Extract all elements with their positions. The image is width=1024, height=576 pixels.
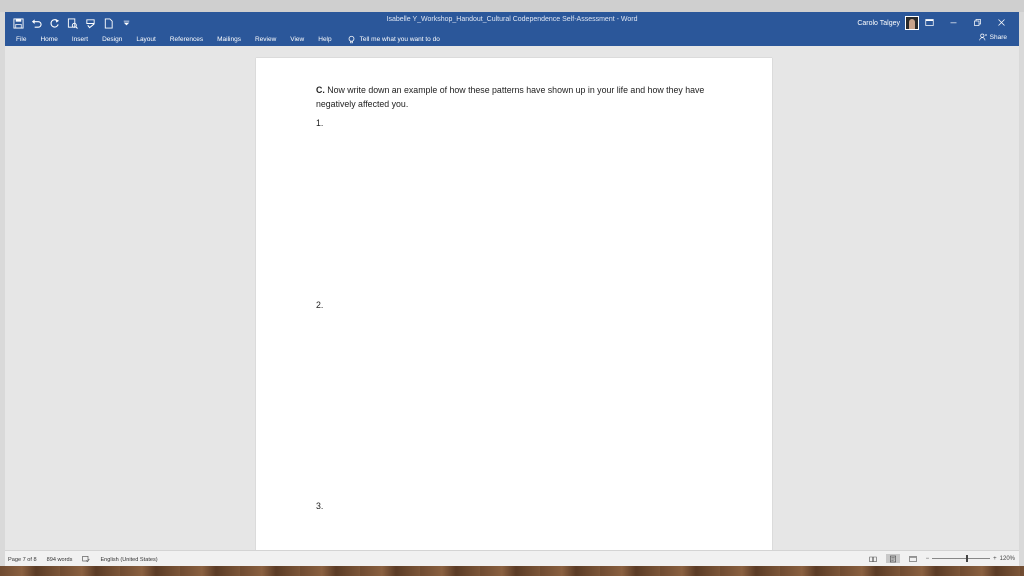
print-layout-icon[interactable] — [885, 554, 900, 563]
redo-icon[interactable] — [47, 16, 61, 30]
tab-file[interactable]: File — [9, 36, 33, 43]
tab-help[interactable]: Help — [311, 36, 338, 43]
title-bar: Isabelle Y_Workshop_Handout_Cultural Cod… — [5, 12, 1019, 46]
tab-mailings[interactable]: Mailings — [210, 36, 248, 43]
tab-references[interactable]: References — [163, 36, 210, 43]
ribbon-display-options-icon[interactable] — [917, 14, 941, 30]
proofing-icon[interactable] — [82, 555, 91, 565]
tab-insert[interactable]: Insert — [65, 36, 95, 43]
lightbulb-icon — [348, 35, 354, 43]
share-person-icon — [978, 33, 987, 41]
language-status[interactable]: English (United States) — [100, 557, 157, 563]
quick-access-toolbar — [11, 15, 133, 31]
tab-review[interactable]: Review — [248, 36, 283, 43]
section-label: C. — [316, 85, 325, 95]
status-bar: Page 7 of 8 894 words English (United St… — [5, 550, 1019, 567]
save-icon[interactable] — [11, 16, 25, 30]
ribbon-tabs: File Home Insert Design Layout Reference… — [9, 32, 440, 46]
zoom-slider[interactable] — [932, 555, 991, 562]
word-window: Isabelle Y_Workshop_Handout_Cultural Cod… — [5, 12, 1019, 567]
user-account[interactable]: Carolo Talgey — [857, 16, 919, 30]
page-count[interactable]: Page 7 of 8 — [8, 557, 37, 563]
tab-design[interactable]: Design — [95, 36, 129, 43]
spelling-check-icon[interactable] — [83, 16, 97, 30]
tell-me-search[interactable]: Tell me what you want to do — [339, 35, 440, 44]
zoom-in-button[interactable]: + — [993, 556, 997, 562]
share-button[interactable]: Share — [978, 33, 1007, 41]
tab-view[interactable]: View — [283, 36, 311, 43]
undo-icon[interactable] — [29, 16, 43, 30]
tab-home[interactable]: Home — [33, 36, 64, 43]
prompt-text: Now write down an example of how these p… — [316, 85, 705, 109]
zoom-out-button[interactable]: − — [926, 556, 930, 562]
list-item-1: 1. — [316, 118, 324, 128]
window-controls — [917, 14, 1013, 30]
close-icon[interactable] — [989, 14, 1013, 30]
screen-top-strip — [0, 0, 1024, 12]
document-canvas[interactable]: C. Now write down an example of how thes… — [5, 46, 1019, 550]
read-mode-icon[interactable] — [866, 554, 880, 563]
section-c-prompt: C. Now write down an example of how thes… — [316, 83, 716, 111]
list-item-2: 2. — [316, 300, 324, 310]
new-document-icon[interactable] — [101, 16, 115, 30]
zoom-level[interactable]: 120% — [1000, 556, 1015, 562]
user-name: Carolo Talgey — [857, 19, 900, 27]
document-page[interactable]: C. Now write down an example of how thes… — [256, 58, 772, 550]
tell-me-label: Tell me what you want to do — [359, 35, 440, 43]
restore-icon[interactable] — [965, 14, 989, 30]
minimize-icon[interactable] — [941, 14, 965, 30]
web-layout-icon[interactable] — [906, 554, 920, 563]
customize-toolbar-icon[interactable] — [119, 16, 133, 30]
zoom-slider-thumb[interactable] — [966, 555, 969, 562]
print-preview-icon[interactable] — [65, 16, 79, 30]
share-label: Share — [989, 33, 1007, 41]
tab-layout[interactable]: Layout — [129, 36, 163, 43]
list-item-3: 3. — [316, 501, 324, 511]
background-floor — [0, 566, 1024, 576]
word-count[interactable]: 894 words — [47, 557, 73, 563]
zoom-control: − + 120% — [926, 555, 1015, 562]
